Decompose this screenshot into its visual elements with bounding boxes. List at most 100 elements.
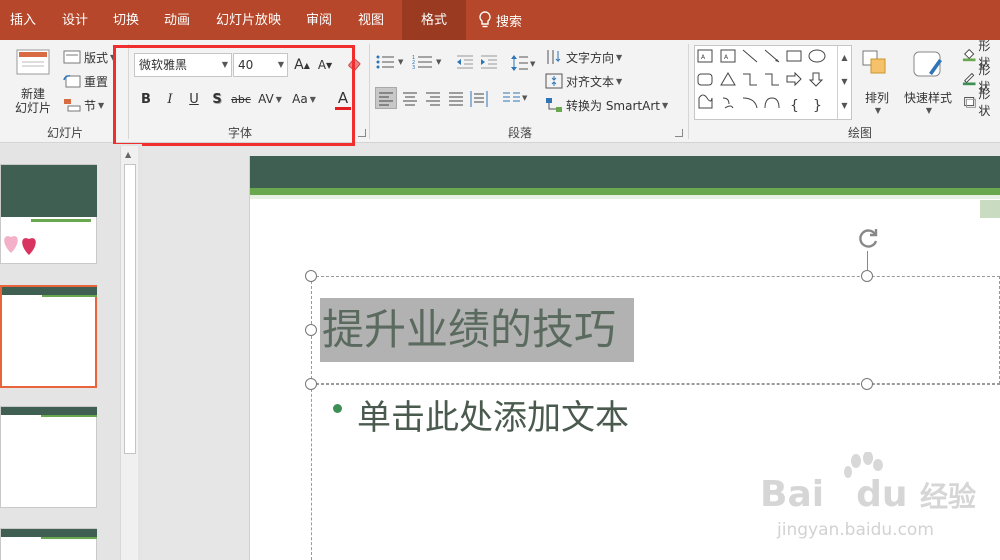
svg-text:▼: ▼ <box>530 60 536 68</box>
resize-handle[interactable] <box>861 378 873 390</box>
thumb-accent <box>31 219 91 222</box>
thumbnail-scrollbar[interactable]: ▲ <box>120 146 138 560</box>
thumb-header <box>1 407 97 415</box>
resize-handle[interactable] <box>861 270 873 282</box>
resize-handle[interactable] <box>305 324 317 336</box>
rotate-handle-icon[interactable] <box>857 226 881 250</box>
text-direction-label: 文字方向 <box>566 50 615 65</box>
search-button[interactable]: 搜索 <box>478 0 522 40</box>
bullets-icon[interactable]: ▼ <box>376 54 406 70</box>
tab-insert[interactable]: 插入 <box>10 0 36 40</box>
slide-accent-block <box>980 200 1000 218</box>
svg-text:3: 3 <box>412 65 415 70</box>
quick-styles-icon <box>913 51 942 77</box>
numbering-icon[interactable]: 123 ▼ <box>412 54 444 70</box>
font-dialog-launcher[interactable] <box>358 129 366 137</box>
resize-handle[interactable] <box>305 270 317 282</box>
tab-format[interactable]: 格式 <box>402 0 466 40</box>
new-slide-icon <box>16 49 50 75</box>
menu-bar: 插入 设计 切换 动画 幻灯片放映 审阅 视图 格式 搜索 <box>0 0 1000 40</box>
layout-icon <box>63 50 81 64</box>
svg-text:▼: ▼ <box>522 94 528 102</box>
bullet-icon <box>333 404 342 413</box>
separator <box>688 44 689 139</box>
search-label: 搜索 <box>496 14 523 30</box>
slide-thumbnail-1[interactable] <box>0 164 97 264</box>
slide-header-bar <box>250 156 1000 188</box>
align-right-icon[interactable] <box>423 88 443 108</box>
lightbulb-icon <box>479 11 491 28</box>
align-text-icon <box>545 73 563 89</box>
slide-thumbnail-4[interactable] <box>0 528 97 560</box>
paragraph-group-label: 段落 <box>508 126 533 140</box>
quick-styles-label: 快速样式 <box>903 91 952 105</box>
decrease-indent-icon[interactable] <box>456 54 474 70</box>
align-text-button[interactable]: 对齐文本 ▼ <box>545 71 622 91</box>
baidu-watermark: Bai du 经验 <box>760 452 980 515</box>
scrollbar-thumb[interactable] <box>124 164 136 454</box>
section-label: 节 <box>84 98 97 113</box>
line-spacing-icon[interactable]: ▼ <box>510 54 536 72</box>
reset-icon <box>63 75 81 88</box>
layout-button[interactable]: 版式 ▼ <box>63 47 116 67</box>
svg-text:A: A <box>701 54 706 61</box>
thumb-accent <box>41 415 97 417</box>
tab-design[interactable]: 设计 <box>62 0 88 40</box>
align-left-icon <box>379 92 393 106</box>
tab-review[interactable]: 审阅 <box>306 0 332 40</box>
slide-thumbnail-3[interactable] <box>0 406 97 508</box>
shape-effects-button[interactable]: 形状 <box>962 87 1000 118</box>
arrange-button[interactable]: 排列 ▼ <box>857 46 897 118</box>
quick-styles-button[interactable]: 快速样式 ▼ <box>899 46 957 118</box>
highlight-box <box>113 45 355 146</box>
tab-animations[interactable]: 动画 <box>164 0 190 40</box>
slide-body-placeholder[interactable]: 单击此处添加文本 <box>357 390 629 439</box>
slide-accent-fade <box>250 195 1000 199</box>
pen-icon <box>962 72 976 86</box>
thumb-header <box>2 287 97 295</box>
new-slide-button[interactable]: 新建 幻灯片 <box>10 46 56 118</box>
arrange-icon <box>862 50 886 74</box>
align-center-icon[interactable] <box>400 88 420 108</box>
text-direction-button[interactable]: 文字方向 ▼ <box>545 47 622 67</box>
gallery-scroll[interactable]: ▲ ▼ ▼ <box>837 46 851 119</box>
new-slide-label-2: 幻灯片 <box>14 101 51 115</box>
convert-smartart-button[interactable]: 转换为 SmartArt ▼ <box>545 95 668 115</box>
justify-icon[interactable] <box>446 88 466 108</box>
columns-icon[interactable]: ▼ <box>500 88 530 108</box>
tab-slideshow[interactable]: 幻灯片放映 <box>216 0 281 40</box>
shapes-gallery[interactable]: A A { } ▲ ▼ ▼ <box>694 45 852 120</box>
section-button[interactable]: 节 ▼ <box>63 95 104 115</box>
watermark-brand: Bai <box>760 474 825 515</box>
slides-group-label: 幻灯片 <box>47 126 84 140</box>
svg-text:A: A <box>724 54 729 61</box>
resize-handle[interactable] <box>305 378 317 390</box>
drawing-group-label: 绘图 <box>848 126 873 140</box>
text-direction-icon <box>547 50 561 64</box>
tab-view[interactable]: 视图 <box>358 0 384 40</box>
section-icon <box>64 99 81 112</box>
paragraph-dialog-launcher[interactable] <box>675 129 683 137</box>
layout-label: 版式 <box>84 50 109 65</box>
slide-title[interactable]: 提升业绩的技巧 <box>320 298 635 362</box>
watermark-url: jingyan.baidu.com <box>777 520 934 540</box>
smartart-icon <box>546 98 562 112</box>
distributed-icon[interactable] <box>469 88 489 108</box>
slide-thumbnail-2[interactable] <box>0 285 97 388</box>
tab-transitions[interactable]: 切换 <box>113 0 139 40</box>
shapes-gallery-icons: A A { } <box>697 49 826 114</box>
new-slide-label-1: 新建 <box>20 87 45 101</box>
shape-effects-label: 形状 <box>978 87 991 118</box>
scroll-up-icon[interactable]: ▲ <box>125 150 131 159</box>
thumb-header <box>1 165 97 217</box>
thumb-accent <box>41 537 97 539</box>
svg-text:▼: ▼ <box>436 58 442 66</box>
slide-accent-bar <box>250 188 1000 195</box>
increase-indent-icon[interactable] <box>480 54 498 70</box>
effects-icon <box>964 97 976 108</box>
svg-text:{: { <box>790 98 799 114</box>
rotate-stem <box>867 251 868 271</box>
align-left-button[interactable] <box>375 87 397 109</box>
reset-button[interactable]: 重置 <box>63 71 108 91</box>
svg-text:▼: ▼ <box>398 58 404 66</box>
